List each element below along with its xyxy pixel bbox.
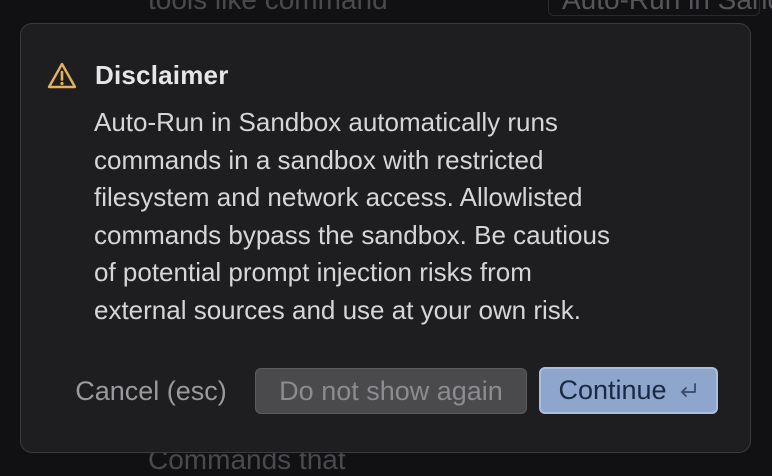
message-line: commands bypass the sandbox. Be cautious (94, 219, 610, 250)
continue-button[interactable]: Continue (539, 367, 718, 414)
enter-key-icon (680, 382, 696, 397)
message-line: of potential prompt injection risks from (94, 257, 532, 287)
dialog-header: Disclaimer (47, 60, 229, 91)
dialog-message: Auto-Run in Sandbox automatically runs c… (94, 104, 714, 329)
message-line: Auto-Run in Sandbox automatically runs (94, 107, 558, 137)
background-heading: Auto-Run in Sand (562, 0, 772, 16)
message-line: external sources and use at your own ris… (94, 294, 582, 325)
message-line: commands in a sandbox with restricted (94, 144, 544, 175)
background-text: tools like command (148, 0, 388, 16)
continue-button-label: Continue (558, 375, 667, 405)
do-not-show-again-button[interactable]: Do not show again (255, 368, 527, 414)
cancel-button-label: Cancel (esc) (75, 375, 227, 406)
do-not-show-again-label: Do not show again (279, 375, 503, 406)
cancel-button[interactable]: Cancel (esc) (61, 368, 241, 414)
warning-triangle-icon (47, 62, 77, 88)
disclaimer-dialog: Disclaimer Auto-Run in Sandbox automatic… (20, 23, 751, 453)
message-line: filesystem and network access. Allowlist… (94, 182, 583, 212)
dialog-title: Disclaimer (95, 60, 229, 90)
